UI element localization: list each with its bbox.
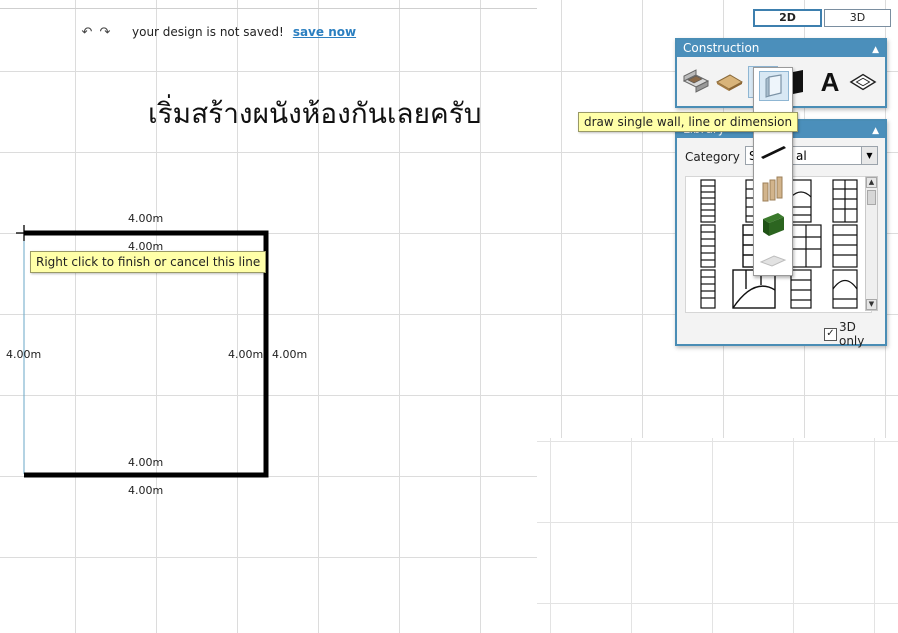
fence-icon[interactable] (759, 175, 787, 203)
dimension-bottom-inner: 4.00m (128, 456, 164, 469)
construction-panel-title: Construction (683, 41, 760, 55)
text-tool-glyph: A (820, 66, 840, 97)
stair-thumb (700, 179, 716, 223)
stair-thumb (700, 269, 716, 309)
floor-tool-icon[interactable] (715, 67, 743, 97)
scroll-up-arrow-icon[interactable]: ▲ (866, 177, 877, 188)
text-tool-icon[interactable]: A (816, 67, 844, 97)
hedge-icon[interactable] (759, 210, 787, 238)
stair-thumb (700, 224, 716, 268)
collapse-triangle-icon[interactable]: ▲ (872, 123, 879, 140)
crosshair-cursor-icon (16, 225, 32, 241)
dimension-left: 4.00m (6, 348, 42, 361)
stair-thumb (832, 224, 858, 268)
stair-thumb (790, 224, 822, 268)
wall-tool-flyout (753, 67, 793, 276)
stair-thumb (832, 269, 858, 309)
scrollbar-thumb[interactable] (867, 190, 876, 205)
checkbox-checked-icon[interactable]: ✓ (824, 327, 837, 341)
wall-tool-tooltip: draw single wall, line or dimension (578, 112, 799, 132)
stair-thumb (790, 179, 812, 223)
only-3d-checkbox-row[interactable]: ✓ 3D only (824, 320, 885, 348)
category-label: Category (685, 150, 740, 164)
collapse-triangle-icon[interactable]: ▲ (872, 42, 879, 59)
single-wall-icon[interactable] (759, 71, 789, 101)
dimension-right-outer: 4.00m (272, 348, 308, 361)
category-select-value-tail: al (796, 149, 807, 163)
stair-thumb (832, 179, 858, 223)
area-tool-icon[interactable] (849, 67, 877, 97)
dimension-right-inner: 4.00m (228, 348, 264, 361)
dimension-top-outer: 4.00m (128, 212, 164, 225)
drawing-canvas-lower-right[interactable] (537, 438, 898, 633)
view-2d-button[interactable]: 2D (753, 9, 822, 27)
chevron-down-icon[interactable]: ▼ (861, 147, 877, 164)
scroll-down-arrow-icon[interactable]: ▼ (866, 299, 877, 310)
construction-panel-header[interactable]: Construction ▲ (677, 40, 885, 57)
view-mode-toggle: 2D 3D (753, 9, 891, 27)
line-icon[interactable] (759, 138, 787, 166)
thumbnail-scrollbar[interactable]: ▲ ▼ (865, 176, 878, 311)
drawing-hint-tooltip: Right click to finish or cancel this lin… (30, 251, 267, 273)
stair-thumb (790, 269, 812, 309)
room-tool-icon[interactable] (682, 67, 710, 97)
dimension-bottom-outer: 4.00m (128, 484, 164, 497)
only-3d-label: 3D only (838, 320, 865, 348)
view-3d-button[interactable]: 3D (824, 9, 891, 27)
dimension-icon[interactable] (759, 246, 787, 274)
